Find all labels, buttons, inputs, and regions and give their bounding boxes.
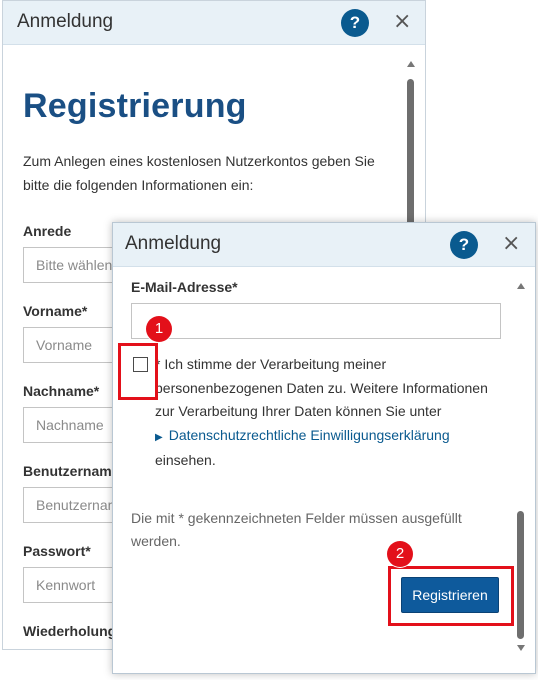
help-icon[interactable]: ? (341, 9, 369, 37)
email-label: E-Mail-Adresse* (131, 279, 238, 295)
step-badge-2: 2 (387, 541, 413, 567)
password-repeat-label: Wiederholung (23, 623, 117, 639)
highlight-box-checkbox (118, 343, 158, 400)
scroll-down-arrow-icon[interactable] (517, 645, 525, 651)
dialog-title: Anmeldung (17, 11, 114, 32)
page-title: Registrierung (23, 87, 247, 125)
consent-statement: * Ich stimme der Verarbeitung meiner per… (155, 356, 488, 419)
username-label: Benutzername (23, 463, 120, 479)
consent-tail: einsehen. (155, 452, 216, 468)
email-input[interactable] (131, 303, 501, 339)
highlight-box-register (388, 566, 514, 626)
chevron-right-icon: ▶ (155, 431, 163, 443)
required-fields-note: Die mit * gekennzeichneten Felder müssen… (131, 510, 462, 549)
scroll-up-arrow-icon[interactable] (517, 283, 525, 289)
lastname-label: Nachname* (23, 383, 100, 399)
scroll-thumb[interactable] (517, 511, 524, 639)
password-label: Passwort* (23, 543, 91, 559)
dialog-titlebar: Anmeldung ? × (113, 223, 535, 267)
firstname-label: Vorname* (23, 303, 88, 319)
privacy-consent-link[interactable]: Datenschutzrechtliche Einwilligungserklä… (169, 427, 450, 443)
scroll-thumb[interactable] (407, 79, 414, 239)
consent-text: * Ich stimme der Verarbeitung meiner per… (155, 353, 495, 473)
step-badge-1: 1 (146, 316, 172, 342)
scroll-up-arrow-icon[interactable] (407, 61, 415, 67)
dialog-title: Anmeldung (125, 233, 222, 254)
scrollbar[interactable] (517, 283, 525, 663)
close-icon[interactable]: × (502, 233, 520, 255)
help-icon[interactable]: ? (450, 231, 478, 259)
salutation-label: Anrede (23, 223, 72, 239)
dialog-titlebar: Anmeldung ? × (3, 1, 425, 45)
intro-text: Zum Anlegen eines kostenlosen Nutzerkont… (23, 153, 375, 193)
close-icon[interactable]: × (393, 11, 411, 33)
